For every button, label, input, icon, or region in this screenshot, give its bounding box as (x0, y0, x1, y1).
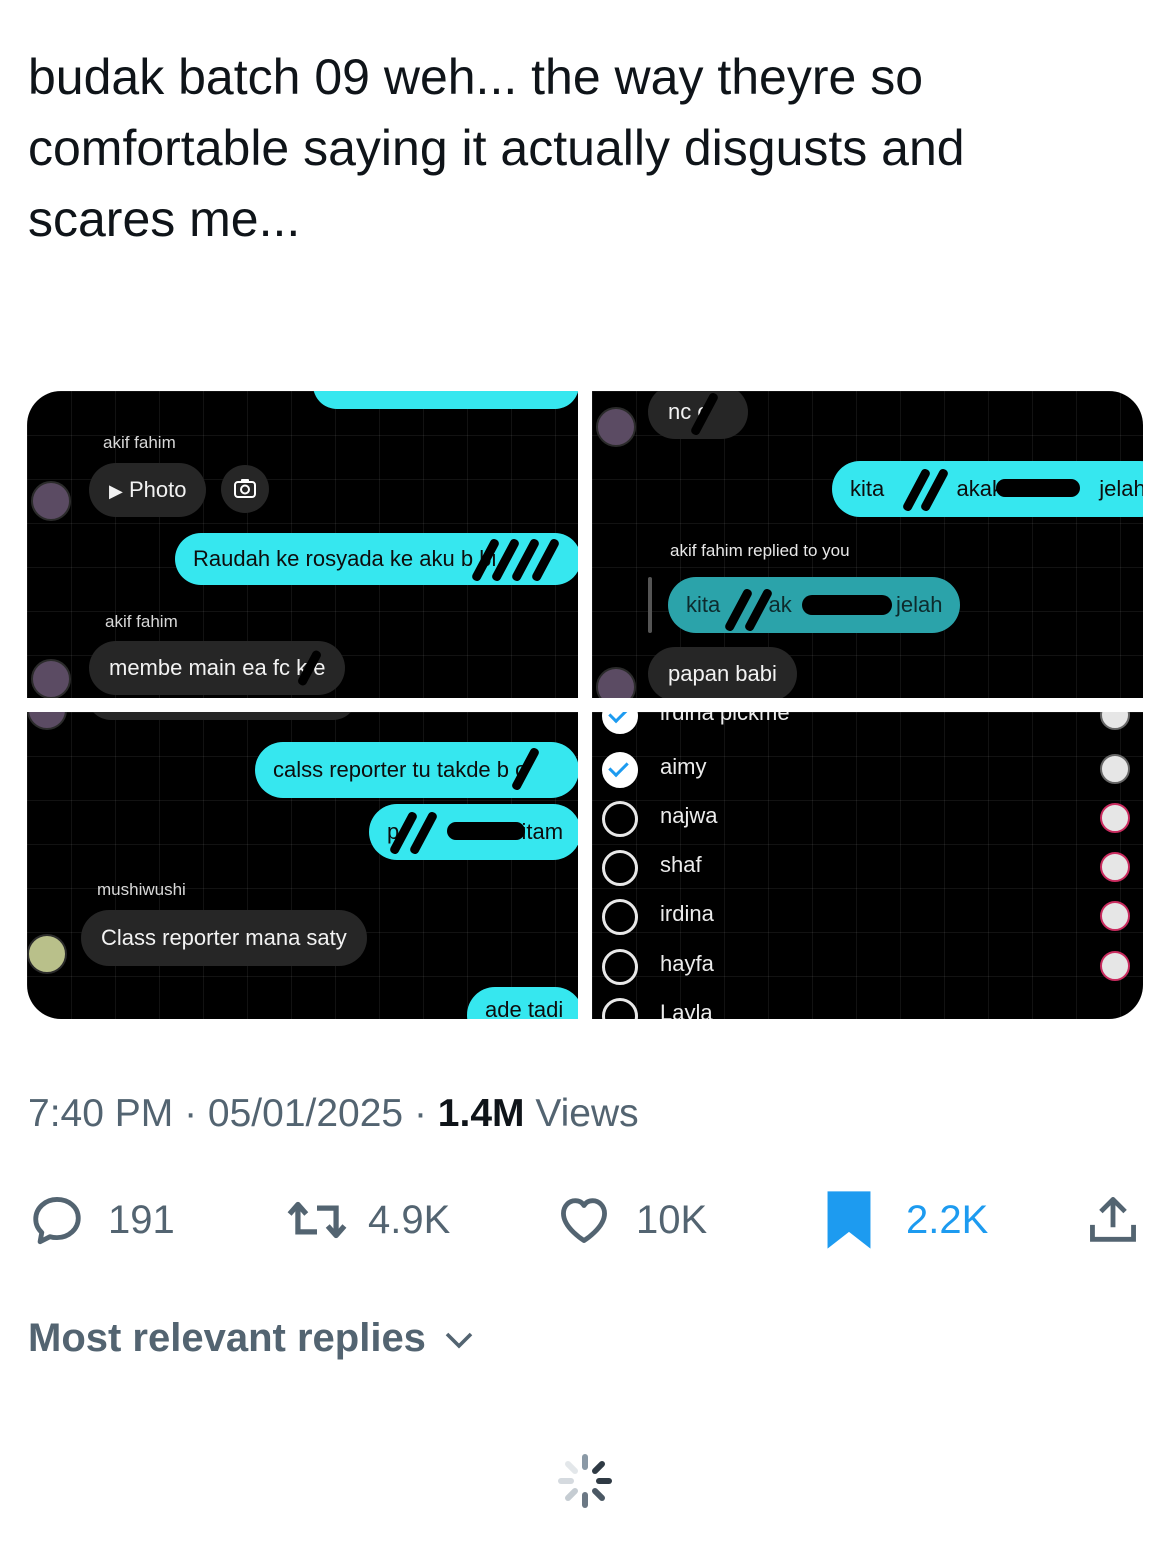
media-grid[interactable]: akif fahim ▶ Photo Raudah ke rosyada ke … (27, 391, 1143, 1019)
member-item: hayfa (602, 949, 1132, 989)
message-text: kita (850, 476, 885, 501)
cropped-outgoing-bubble (313, 391, 578, 409)
avatar (1100, 852, 1130, 882)
reply-count: 191 (108, 1197, 175, 1242)
heart-icon (561, 1198, 607, 1243)
sender-name: akif fahim (103, 433, 176, 452)
meta-separator: · (173, 1092, 208, 1135)
outgoing-message: ade tadi (467, 987, 578, 1019)
avatar (596, 667, 636, 698)
media-image-2[interactable]: nc o kita akak jelah akif fahim replied … (592, 391, 1143, 698)
share-button[interactable] (1084, 1180, 1142, 1260)
tweet-text-line: budak batch 09 weh... the way theyre so (28, 49, 923, 105)
avatar (31, 659, 71, 698)
camera-icon[interactable] (221, 465, 269, 513)
member-item: irdina pickme (602, 712, 1132, 738)
message-text-end: jelah (1099, 476, 1143, 501)
checkbox-unchecked (602, 949, 638, 985)
checkbox-unchecked (602, 850, 638, 886)
member-name: shaf (660, 852, 702, 877)
like-button[interactable]: 10K (554, 1180, 707, 1260)
tweet-text-line: comfortable saying it actually disgusts … (28, 120, 965, 176)
like-count: 10K (636, 1197, 708, 1242)
tweet-meta: 7:40 PM · 05/01/2025 · 1.4M Views (28, 1092, 639, 1136)
replies-sort-label: Most relevant replies (28, 1316, 426, 1360)
incoming-message: Class reporter mana saty (81, 910, 367, 966)
avatar (1100, 803, 1130, 833)
tweet-text: budak batch 09 weh... the way theyre so … (28, 42, 1128, 255)
member-item: najwa (602, 801, 1132, 841)
action-bar: 191 4.9K 10K 2.2K (0, 1180, 1170, 1260)
views-label[interactable]: Views (525, 1092, 638, 1135)
bookmark-icon (827, 1191, 871, 1249)
repost-count: 4.9K (368, 1197, 451, 1242)
checkbox-unchecked (602, 801, 638, 837)
tweet-text-line: scares me... (28, 191, 301, 247)
share-icon (1090, 1197, 1136, 1242)
checkbox-unchecked (602, 998, 638, 1019)
member-name: aimy (660, 754, 707, 779)
reply-bar (648, 577, 652, 633)
avatar (27, 934, 67, 974)
avatar (1100, 754, 1130, 784)
tweet-time[interactable]: 7:40 PM (28, 1092, 173, 1135)
media-image-3[interactable]: calss reporter tu takde b o p itam mushi… (27, 712, 578, 1019)
loading-spinner-icon (558, 1454, 612, 1508)
reply-icon (33, 1197, 81, 1245)
member-name: Layla (660, 1000, 713, 1019)
photo-message: ▶ Photo (89, 463, 207, 517)
checkbox-checked (602, 712, 638, 734)
redaction-scribble (802, 595, 892, 615)
sender-name: akif fahim (105, 612, 178, 631)
checkbox-unchecked (602, 899, 638, 935)
meta-separator: · (403, 1092, 438, 1135)
incoming-message: papan babi (648, 647, 797, 698)
play-icon: ▶ (109, 481, 123, 501)
reply-button[interactable]: 191 (28, 1180, 175, 1260)
views-count[interactable]: 1.4M (438, 1092, 525, 1135)
bookmark-button[interactable]: 2.2K (822, 1180, 988, 1260)
avatar (27, 712, 67, 730)
member-item: irdina (602, 899, 1132, 939)
outgoing-message: kita akak jelah (832, 461, 1143, 517)
quoted-text-end: jelah (896, 592, 943, 617)
cropped-incoming-bubble (87, 712, 357, 720)
repost-button[interactable]: 4.9K (286, 1180, 450, 1260)
member-item: shaf (602, 850, 1132, 890)
quoted-text-mid: ak (768, 592, 792, 617)
media-image-4[interactable]: irdina pickme aimy najwa shaf irdina hay… (592, 712, 1143, 1019)
member-name: irdina (660, 901, 714, 926)
avatar (31, 481, 71, 521)
redaction-scribble (996, 479, 1080, 497)
message-text-end: itam (521, 819, 564, 844)
bookmark-count: 2.2K (906, 1197, 989, 1242)
avatar (1100, 901, 1130, 931)
member-name: hayfa (660, 951, 714, 976)
replies-sort-dropdown[interactable]: Most relevant replies (28, 1316, 477, 1361)
avatar (1100, 951, 1130, 981)
member-item: Layla (602, 998, 1132, 1019)
photo-label: Photo (128, 477, 187, 502)
chevron-down-icon (445, 1333, 473, 1349)
repost-icon (287, 1201, 347, 1239)
media-image-1[interactable]: akif fahim ▶ Photo Raudah ke rosyada ke … (27, 391, 578, 698)
member-name: najwa (660, 803, 718, 828)
member-item: aimy (602, 752, 1132, 792)
member-name: irdina pickme (660, 712, 790, 725)
sender-name: mushiwushi (97, 880, 186, 899)
avatar (1100, 712, 1130, 730)
message-text: Raudah ke rosyada ke aku (193, 546, 455, 571)
checkbox-checked (602, 752, 638, 788)
reply-label: akif fahim replied to you (670, 541, 850, 560)
avatar (596, 407, 636, 447)
tweet-date[interactable]: 05/01/2025 (208, 1092, 403, 1135)
redaction-scribble (447, 822, 525, 840)
quoted-text: kita (686, 592, 721, 617)
